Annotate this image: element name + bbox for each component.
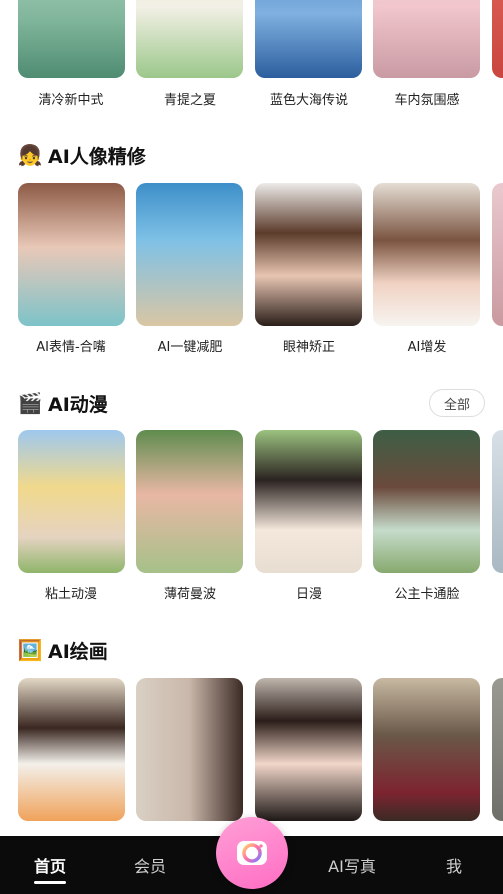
nav-membership[interactable]: 会员	[118, 836, 182, 894]
card-label: AI增发	[407, 340, 447, 355]
card-painting-2[interactable]	[255, 678, 362, 821]
section-title-painting: 🖼️ AI绘画	[18, 636, 108, 664]
view-all-button[interactable]: 全部	[429, 389, 485, 417]
card-thumbnail	[18, 430, 125, 573]
card-thumbnail	[136, 0, 243, 78]
card-portrait-0[interactable]	[18, 183, 125, 326]
nav-home-label: 首页	[33, 857, 66, 876]
card-thumbnail	[492, 678, 503, 821]
nav-ai-portrait-label: AI写真	[328, 857, 376, 876]
girl-emoji-icon: 👧	[17, 143, 43, 167]
card-anime-2[interactable]	[255, 430, 362, 573]
camera-button[interactable]	[216, 817, 288, 889]
card-anime-3[interactable]	[373, 430, 480, 573]
card-thumbnail	[18, 0, 125, 78]
card-template-3[interactable]	[373, 0, 480, 78]
card-label: 眼神矫正	[282, 340, 335, 355]
card-portrait-3[interactable]	[373, 183, 480, 326]
nav-membership-label: 会员	[133, 857, 166, 876]
main-scroll-area[interactable]: 清冷新中式 青提之夏 蓝色大海传说 车内氛围感 👧 AI人像精修 AI表情-合嘴…	[0, 0, 503, 836]
card-thumbnail	[492, 430, 503, 573]
card-thumbnail	[255, 183, 362, 326]
card-thumbnail	[255, 0, 362, 78]
nav-me[interactable]: 我	[422, 836, 486, 894]
card-thumbnail	[136, 430, 243, 573]
section-title-portrait: 👧 AI人像精修	[18, 141, 146, 169]
card-label: 清冷新中式	[38, 93, 104, 108]
card-painting-1[interactable]	[136, 678, 243, 821]
card-anime-peek[interactable]	[492, 430, 503, 573]
card-label: 公主卡通脸	[394, 587, 460, 602]
section-title-text: AI动漫	[48, 393, 108, 416]
card-thumbnail	[255, 430, 362, 573]
nav-home[interactable]: 首页	[18, 836, 82, 894]
card-painting-peek[interactable]	[492, 678, 503, 821]
card-thumbnail	[373, 430, 480, 573]
row-painting	[0, 678, 503, 821]
card-thumbnail	[136, 678, 243, 821]
card-thumbnail	[373, 678, 480, 821]
card-template-0[interactable]	[18, 0, 125, 78]
framed-picture-emoji-icon: 🖼️	[17, 638, 43, 662]
card-thumbnail	[373, 0, 480, 78]
card-thumbnail	[373, 183, 480, 326]
card-thumbnail	[492, 183, 503, 326]
row-anime	[0, 430, 503, 573]
row-style-templates	[0, 0, 503, 78]
section-title-text: AI人像精修	[48, 145, 146, 168]
card-label: 日漫	[295, 587, 322, 602]
card-painting-0[interactable]	[18, 678, 125, 821]
card-label: 薄荷曼波	[163, 587, 216, 602]
card-thumbnail	[492, 0, 503, 78]
card-portrait-peek[interactable]	[492, 183, 503, 326]
card-label: 粘土动漫	[44, 587, 97, 602]
nav-me-label: 我	[445, 857, 462, 876]
card-portrait-2[interactable]	[255, 183, 362, 326]
card-template-1[interactable]	[136, 0, 243, 78]
row-portrait	[0, 183, 503, 326]
nav-ai-portrait[interactable]: AI写真	[316, 836, 388, 894]
camera-icon	[237, 841, 267, 865]
card-template-2[interactable]	[255, 0, 362, 78]
card-thumbnail	[255, 678, 362, 821]
section-title-anime: 🎬 AI动漫	[18, 389, 108, 417]
card-label: 车内氛围感	[394, 93, 460, 108]
clapperboard-emoji-icon: 🎬	[17, 391, 43, 415]
card-template-peek[interactable]	[492, 0, 503, 78]
card-label: AI表情-合嘴	[36, 340, 106, 355]
section-title-text: AI绘画	[48, 640, 108, 663]
card-portrait-1[interactable]	[136, 183, 243, 326]
card-thumbnail	[136, 183, 243, 326]
card-thumbnail	[18, 183, 125, 326]
card-anime-1[interactable]	[136, 430, 243, 573]
card-label: 青提之夏	[163, 93, 216, 108]
card-label: AI一键减肥	[157, 340, 223, 355]
card-anime-0[interactable]	[18, 430, 125, 573]
card-label: 蓝色大海传说	[269, 93, 348, 108]
card-painting-3[interactable]	[373, 678, 480, 821]
active-tab-indicator	[34, 881, 66, 884]
card-thumbnail	[18, 678, 125, 821]
